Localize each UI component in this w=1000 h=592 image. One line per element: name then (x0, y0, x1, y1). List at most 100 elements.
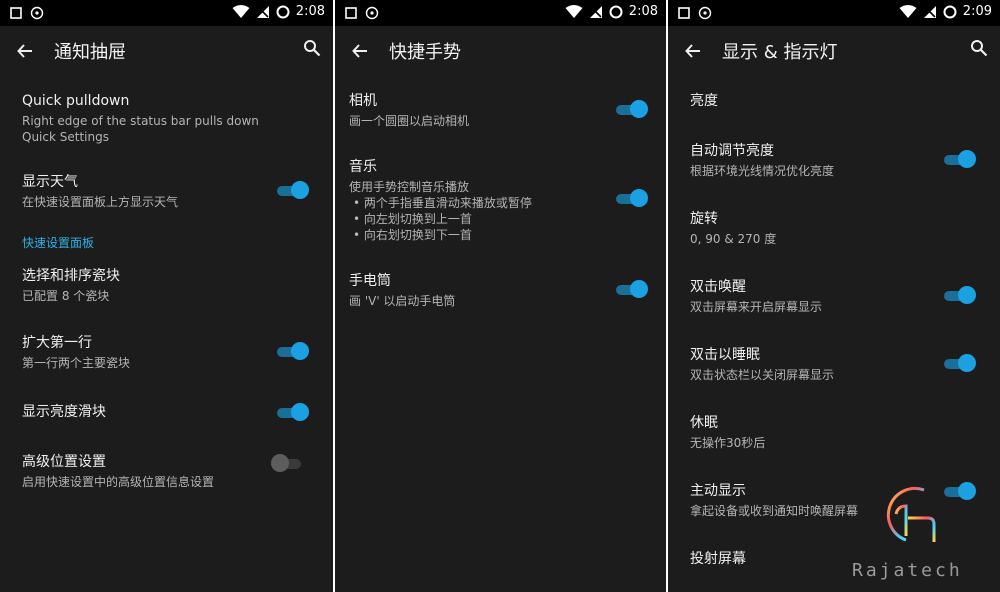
battery-icon (943, 5, 957, 18)
setting-auto-brightness[interactable]: 自动调节亮度 根据环境光线情况优化亮度 (668, 142, 1000, 179)
toggle-switch[interactable] (277, 402, 309, 422)
bullet-item: • 向左划切换到上一首 (353, 212, 472, 226)
setting-double-tap-wake[interactable]: 双击唤醒 双击屏幕来开启屏幕显示 (668, 278, 1000, 315)
wifi-icon (232, 4, 250, 18)
toggle-switch[interactable] (944, 353, 976, 373)
no-signal-icon (923, 5, 936, 18)
settings-list: 亮度 自动调节亮度 根据环境光线情况优化亮度 旋转 0, 90 & 270 度 … (668, 92, 1000, 569)
setting-rotation[interactable]: 旋转 0, 90 & 270 度 (668, 210, 1000, 247)
setting-ambient-display[interactable]: 主动显示 拿起设备或收到通知时唤醒屏幕 (668, 482, 1000, 519)
battery-icon (276, 5, 290, 18)
setting-brightness[interactable]: 亮度 (668, 92, 1000, 111)
app-notification-icon (30, 6, 44, 20)
toggle-switch[interactable] (944, 285, 976, 305)
toggle-switch[interactable] (277, 341, 309, 361)
setting-summary: 0, 90 & 270 度 (690, 232, 777, 246)
setting-summary: 在快速设置面板上方显示天气 (22, 195, 179, 209)
setting-brightness-slider[interactable]: 显示亮度滑块 (0, 403, 333, 422)
back-button[interactable] (0, 26, 50, 76)
category-header: 快速设置面板 (22, 236, 95, 250)
back-button[interactable] (335, 26, 385, 76)
watermark-text: Rajatech (852, 560, 963, 581)
setting-summary: 第一行两个主要瓷块 (22, 356, 131, 370)
square-notification-icon (678, 7, 690, 19)
arrow-left-icon (352, 44, 367, 58)
setting-title: 休眠 (690, 415, 718, 431)
setting-title: 音乐 (349, 159, 377, 175)
page-title: 显示 & 指示灯 (722, 42, 838, 63)
back-button[interactable] (668, 26, 718, 76)
setting-select-tiles[interactable]: 选择和排序瓷块 已配置 8 个瓷块 (0, 267, 333, 304)
setting-summary: 双击屏幕来开启屏幕显示 (690, 300, 823, 314)
setting-title: 亮度 (690, 93, 718, 109)
setting-quick-pulldown[interactable]: Quick pulldown Right edge of the status … (0, 92, 333, 145)
bullet-item: • 向右划切换到下一首 (353, 228, 472, 242)
setting-summary: 已配置 8 个瓷块 (22, 289, 110, 303)
status-time: 2:09 (962, 4, 992, 19)
status-time: 2:08 (628, 4, 658, 19)
arrow-left-icon (17, 44, 32, 58)
screen-gestures: 2:08 快捷手势 相机 画一个圆圈以启动相机 音乐 使用手势控制音乐播放 • … (335, 0, 666, 592)
setting-summary: 画一个圆圈以启动相机 (349, 114, 470, 128)
no-signal-icon (256, 5, 269, 18)
setting-advanced-location[interactable]: 高级位置设置 启用快速设置中的高级位置信息设置 (0, 453, 333, 490)
status-bar: 2:09 (668, 0, 1000, 26)
square-notification-icon (10, 7, 22, 19)
setting-title: 选择和排序瓷块 (22, 268, 120, 284)
setting-title: 双击唤醒 (690, 279, 746, 295)
setting-flashlight-gesture[interactable]: 手电筒 画 'V' 以启动手电筒 (335, 272, 666, 309)
setting-title: 高级位置设置 (22, 454, 106, 470)
setting-double-tap-sleep[interactable]: 双击以睡眠 双击状态栏以关闭屏幕显示 (668, 346, 1000, 383)
app-notification-icon (365, 6, 379, 20)
setting-summary: 无操作30秒后 (690, 436, 766, 450)
setting-camera-gesture[interactable]: 相机 画一个圆圈以启动相机 (335, 92, 666, 129)
toggle-switch[interactable] (944, 149, 976, 169)
toggle-switch[interactable] (944, 481, 976, 501)
setting-show-weather[interactable]: 显示天气 在快速设置面板上方显示天气 (0, 173, 333, 210)
settings-list: Quick pulldown Right edge of the status … (0, 92, 333, 490)
wifi-icon (899, 4, 917, 18)
settings-list: 相机 画一个圆圈以启动相机 音乐 使用手势控制音乐播放 • 两个手指垂直滑动来播… (335, 92, 666, 309)
setting-title: 旋转 (690, 211, 718, 227)
screen-display-leds: 2:09 显示 & 指示灯 亮度 自动调节亮度 根据环境光线情况优化亮度 旋转 (668, 0, 1000, 592)
app-notification-icon (698, 6, 712, 20)
setting-title: 相机 (349, 93, 377, 109)
search-icon (971, 40, 988, 57)
screen-notification-drawer: 2:08 通知抽屉 Quick pulldown Right edge of t… (0, 0, 333, 592)
setting-summary: 画 'V' 以启动手电筒 (349, 294, 456, 308)
toggle-switch[interactable] (616, 188, 648, 208)
setting-music-gesture[interactable]: 音乐 使用手势控制音乐播放 • 两个手指垂直滑动来播放或暂停 • 向左划切换到上… (335, 158, 666, 243)
setting-title: 扩大第一行 (22, 335, 92, 351)
arrow-left-icon (685, 44, 700, 58)
setting-summary: 根据环境光线情况优化亮度 (690, 164, 835, 178)
search-button[interactable] (970, 39, 988, 61)
status-bar: 2:08 (0, 0, 333, 26)
setting-title: 显示亮度滑块 (22, 404, 106, 420)
app-bar: 快捷手势 (335, 26, 666, 76)
setting-summary: 使用手势控制音乐播放 (349, 180, 470, 194)
setting-title: 自动调节亮度 (690, 143, 774, 159)
setting-title: 双击以睡眠 (690, 347, 760, 363)
setting-title: 手电筒 (349, 273, 391, 289)
app-bar: 显示 & 指示灯 (668, 26, 1000, 76)
setting-summary: 启用快速设置中的高级位置信息设置 (22, 475, 215, 489)
search-button[interactable] (303, 39, 321, 61)
setting-sleep[interactable]: 休眠 无操作30秒后 (668, 414, 1000, 451)
status-bar: 2:08 (335, 0, 666, 26)
toggle-switch[interactable] (277, 180, 309, 200)
toggle-switch[interactable] (616, 99, 648, 119)
toggle-switch[interactable] (616, 279, 648, 299)
setting-summary: Right edge of the status bar pulls down … (22, 114, 259, 144)
setting-title: 显示天气 (22, 174, 78, 190)
battery-icon (609, 5, 623, 18)
toggle-switch[interactable] (271, 453, 303, 473)
search-icon (304, 40, 321, 57)
square-notification-icon (345, 7, 357, 19)
setting-title: Quick pulldown (22, 93, 130, 109)
screenshots-collage: 2:08 通知抽屉 Quick pulldown Right edge of t… (0, 0, 1000, 592)
no-signal-icon (589, 5, 602, 18)
status-time: 2:08 (295, 4, 325, 19)
wifi-icon (565, 4, 583, 18)
setting-expand-first-row[interactable]: 扩大第一行 第一行两个主要瓷块 (0, 334, 333, 371)
page-title: 通知抽屉 (54, 42, 126, 63)
